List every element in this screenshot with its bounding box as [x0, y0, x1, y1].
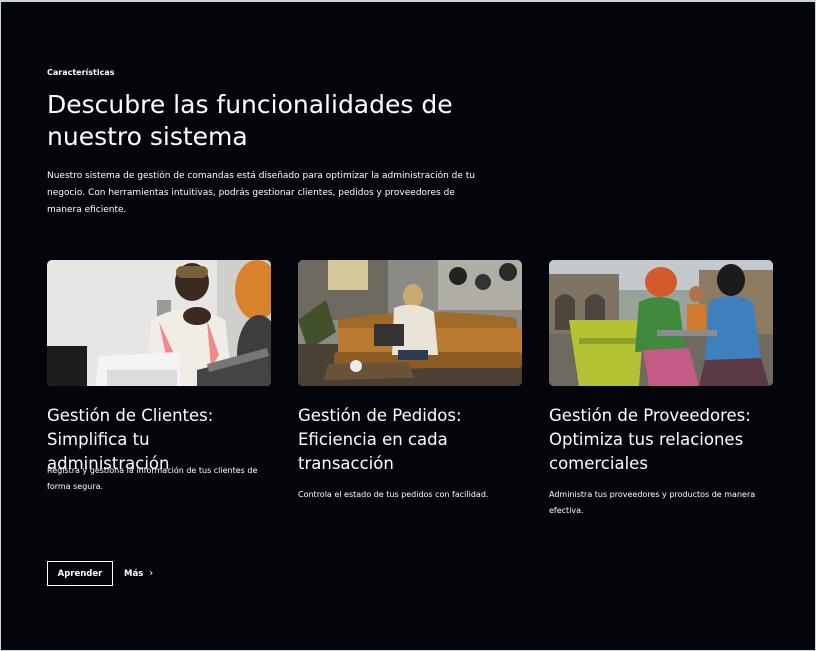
- more-link[interactable]: Más ›: [124, 561, 153, 586]
- features-section: Características Descubre las funcionalid…: [1, 2, 815, 650]
- feature-card-clientes: Gestión de Clientes: Simplifica tu admin…: [47, 260, 271, 491]
- feature-card-pedidos: Gestión de Pedidos: Eficiencia en cada t…: [298, 260, 522, 499]
- learn-button[interactable]: Aprender: [47, 561, 113, 586]
- section-eyebrow: Características: [47, 68, 115, 77]
- chevron-right-icon: ›: [149, 568, 154, 579]
- feature-image-clientes: [47, 260, 271, 386]
- feature-image-pedidos: [298, 260, 522, 386]
- feature-image-proveedores: [549, 260, 773, 386]
- feature-title-proveedores: Gestión de Proveedores: Optimiza tus rel…: [549, 406, 751, 473]
- feature-card-proveedores: Gestión de Proveedores: Optimiza tus rel…: [549, 260, 773, 515]
- section-description: Nuestro sistema de gestión de comandas e…: [47, 171, 475, 215]
- feature-title-pedidos: Gestión de Pedidos: Eficiencia en cada t…: [298, 406, 462, 473]
- feature-text-pedidos: Controla el estado de tus pedidos con fa…: [298, 490, 489, 499]
- section-title: Descubre las funcionalidades de nuestro …: [47, 90, 453, 151]
- feature-text-proveedores: Administra tus proveedores y productos d…: [549, 490, 756, 515]
- more-link-label: Más: [124, 568, 144, 579]
- feature-text-clientes: Registra y gestiona la información de tu…: [47, 466, 258, 491]
